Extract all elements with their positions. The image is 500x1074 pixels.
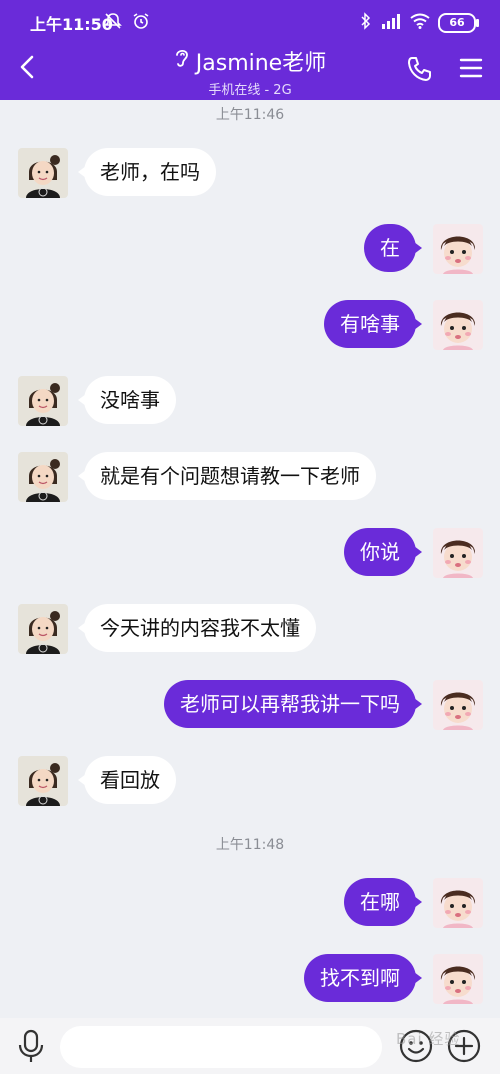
message-outgoing: 在哪 xyxy=(0,878,500,930)
chat-header: 上午11:50 66 Jasmine老师 手机在线 - 2G xyxy=(0,0,500,100)
message-incoming: 看回放 xyxy=(0,756,500,808)
avatar[interactable] xyxy=(433,300,483,350)
avatar[interactable] xyxy=(18,604,68,654)
mute-icon xyxy=(104,12,122,34)
timestamp: 上午11:46 xyxy=(215,107,285,123)
avatar[interactable] xyxy=(18,148,68,198)
message-bubble[interactable]: 有啥事 xyxy=(324,300,422,348)
status-icons-right: 66 xyxy=(360,12,479,34)
contact-name: Jasmine老师 xyxy=(195,51,327,76)
chat-area[interactable]: 上午11:46 老师，在吗 在 有啥事 没啥事 就是有个问题想请教一下老师 你说… xyxy=(0,100,500,1018)
message-bubble[interactable]: 今天讲的内容我不太懂 xyxy=(78,604,316,652)
message-bubble[interactable]: 在 xyxy=(364,224,422,272)
avatar[interactable] xyxy=(18,452,68,502)
message-bubble[interactable]: 你说 xyxy=(344,528,422,576)
message-bubble[interactable]: 老师，在吗 xyxy=(78,148,216,196)
battery-indicator: 66 xyxy=(438,13,479,33)
message-bubble[interactable]: 就是有个问题想请教一下老师 xyxy=(78,452,376,500)
status-icons-left xyxy=(104,12,150,34)
message-outgoing: 你说 xyxy=(0,528,500,580)
message-bubble[interactable]: 没啥事 xyxy=(78,376,176,424)
avatar[interactable] xyxy=(433,954,483,1004)
message-incoming: 今天讲的内容我不太懂 xyxy=(0,604,500,656)
alarm-icon xyxy=(132,12,150,34)
bluetooth-icon xyxy=(360,12,372,34)
hamburger-menu-icon xyxy=(459,58,483,78)
nav-row: Jasmine老师 手机在线 - 2G xyxy=(0,42,500,100)
message-outgoing: 有啥事 xyxy=(0,300,500,352)
microphone-icon xyxy=(18,1029,44,1062)
message-input[interactable] xyxy=(60,1026,382,1068)
avatar[interactable] xyxy=(433,680,483,730)
menu-button[interactable] xyxy=(458,55,484,81)
avatar[interactable] xyxy=(433,224,483,274)
message-bubble[interactable]: 在哪 xyxy=(344,878,422,926)
status-time: 上午11:50 xyxy=(30,15,113,34)
message-bubble[interactable]: 找不到啊 xyxy=(304,954,422,1002)
phone-icon xyxy=(408,57,431,81)
avatar[interactable] xyxy=(433,528,483,578)
wifi-icon xyxy=(410,13,430,33)
avatar[interactable] xyxy=(433,878,483,928)
call-button[interactable] xyxy=(406,55,434,83)
message-outgoing: 在 xyxy=(0,224,500,276)
voice-button[interactable] xyxy=(16,1028,46,1064)
message-bubble[interactable]: 看回放 xyxy=(78,756,176,804)
signal-icon xyxy=(380,13,402,33)
message-incoming: 老师，在吗 xyxy=(0,148,500,200)
watermark: Bai 经验 xyxy=(396,1030,461,1048)
message-incoming: 没啥事 xyxy=(0,376,500,428)
input-bar: Bai 经验 xyxy=(0,1018,500,1074)
message-outgoing: 老师可以再帮我讲一下吗 xyxy=(0,680,500,732)
ear-icon[interactable] xyxy=(174,47,190,75)
avatar[interactable] xyxy=(18,756,68,806)
message-bubble[interactable]: 老师可以再帮我讲一下吗 xyxy=(164,680,422,728)
avatar[interactable] xyxy=(18,376,68,426)
message-outgoing: 找不到啊 xyxy=(0,954,500,1006)
title-line: Jasmine老师 xyxy=(174,45,326,77)
status-bar: 上午11:50 66 xyxy=(0,0,500,42)
timestamp: 上午11:48 xyxy=(215,837,285,853)
message-incoming: 就是有个问题想请教一下老师 xyxy=(0,452,500,504)
